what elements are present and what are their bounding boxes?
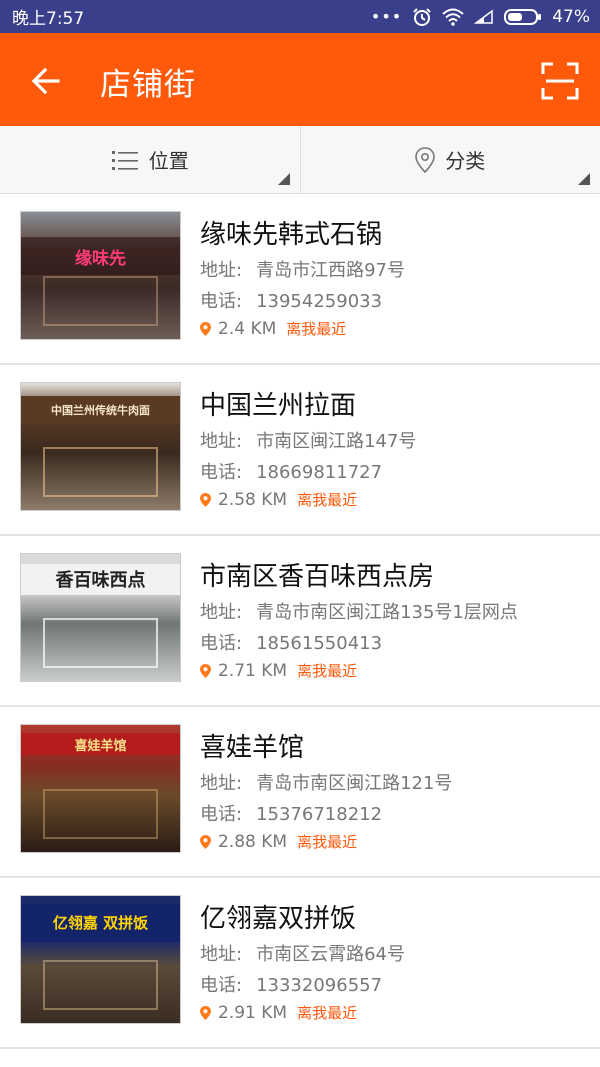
- shop-sign: 中国兰州传统牛肉面: [21, 395, 180, 424]
- alarm-icon: [412, 7, 432, 27]
- battery-icon: [504, 8, 542, 26]
- status-icons: ••• 47%: [371, 7, 590, 27]
- distance-pin-icon: [199, 321, 212, 337]
- shop-name: 亿翎嘉双拼饭: [200, 904, 357, 934]
- shop-distance: 2.71 KM 离我最近: [199, 660, 357, 681]
- scan-icon: [541, 62, 579, 100]
- status-time: 晚上7:57: [12, 9, 85, 29]
- shop-address: 地址: 青岛市江西路97号: [200, 260, 405, 281]
- shop-phone[interactable]: 电话: 13954259033: [200, 287, 382, 313]
- distance-pin-icon: [199, 663, 212, 679]
- more-notifications-icon: •••: [370, 7, 403, 26]
- shop-distance: 2.88 KM 离我最近: [199, 831, 357, 852]
- shop-address: 地址: 市南区闽江路147号: [200, 431, 417, 452]
- shop-window: [43, 959, 158, 1011]
- app-toolbar: 店铺街: [0, 33, 600, 126]
- shop-window: [43, 788, 158, 840]
- shop-sign: 缘味先: [21, 237, 180, 276]
- shop-window: [43, 617, 158, 669]
- filter-location-label: 位置: [148, 149, 189, 173]
- shop-window: [43, 275, 158, 327]
- scan-button[interactable]: [540, 61, 580, 101]
- shop-sign: 喜娃羊馆: [21, 732, 180, 756]
- distance-pin-icon: [199, 834, 212, 850]
- dropdown-corner-icon: [578, 173, 590, 185]
- distance-pin-icon: [199, 492, 212, 508]
- shop-name: 中国兰州拉面: [200, 391, 357, 421]
- shop-name: 喜娃羊馆: [200, 733, 305, 763]
- shop-distance: 2.4 KM 离我最近: [199, 318, 346, 339]
- shop-row[interactable]: 喜娃羊馆 喜娃羊馆 地址: 青岛市南区闽江路121号 电话: 15376718212…: [0, 707, 600, 878]
- shop-address: 地址: 青岛市南区闽江路135号1层网点: [200, 602, 518, 623]
- shop-name: 缘味先韩式石锅: [200, 220, 383, 250]
- shop-phone[interactable]: 电话: 18561550413: [200, 629, 382, 655]
- page-title: 店铺街: [100, 67, 196, 103]
- list-icon: [111, 149, 139, 171]
- distance-pin-icon: [199, 1005, 212, 1021]
- nearest-badge: 离我最近: [297, 1004, 358, 1022]
- shop-address: 地址: 青岛市南区闽江路121号: [200, 773, 453, 794]
- shop-list: 缘味先 缘味先韩式石锅 地址: 青岛市江西路97号 电话: 13954259033 …: [0, 194, 600, 1049]
- wifi-icon: [442, 8, 464, 26]
- battery-percent: 47%: [552, 6, 590, 27]
- shop-thumbnail: 香百味西点: [20, 553, 181, 682]
- status-bar: 晚上7:57 ••• 47%: [0, 0, 600, 33]
- shop-name: 市南区香百味西点房: [200, 562, 435, 592]
- shop-phone[interactable]: 电话: 15376718212: [200, 800, 382, 826]
- shop-window: [43, 446, 158, 498]
- shop-row[interactable]: 缘味先 缘味先韩式石锅 地址: 青岛市江西路97号 电话: 13954259033 …: [0, 194, 600, 365]
- nearest-badge: 离我最近: [297, 662, 358, 680]
- nearest-badge: 离我最近: [297, 833, 358, 851]
- shop-row[interactable]: 香百味西点 市南区香百味西点房 地址: 青岛市南区闽江路135号1层网点 电话: 1…: [0, 536, 600, 707]
- nearest-badge: 离我最近: [297, 491, 358, 509]
- filter-category-label: 分类: [445, 149, 486, 173]
- filter-bar: 位置 分类: [0, 126, 600, 194]
- shop-thumbnail: 中国兰州传统牛肉面: [20, 382, 181, 511]
- shop-thumbnail: 缘味先: [20, 211, 181, 340]
- shop-distance: 2.91 KM 离我最近: [199, 1002, 357, 1023]
- filter-category[interactable]: 分类: [299, 126, 600, 193]
- dropdown-corner-icon: [277, 173, 290, 185]
- filter-location[interactable]: 位置: [0, 126, 300, 193]
- nearest-badge: 离我最近: [286, 320, 347, 338]
- back-button[interactable]: [28, 63, 64, 99]
- shop-phone[interactable]: 电话: 18669811727: [200, 458, 382, 484]
- shop-phone[interactable]: 电话: 13332096557: [200, 971, 382, 997]
- shop-distance: 2.58 KM 离我最近: [199, 489, 357, 510]
- shop-sign: 亿翎嘉 双拼饭: [21, 903, 180, 942]
- signal-icon: [474, 9, 494, 25]
- arrow-left-icon: [31, 67, 60, 95]
- shop-thumbnail: 喜娃羊馆: [20, 724, 181, 853]
- shop-row[interactable]: 亿翎嘉 双拼饭 亿翎嘉双拼饭 地址: 市南区云霄路64号 电话: 133320965…: [0, 878, 600, 1049]
- shop-sign: 香百味西点: [21, 564, 180, 595]
- shop-thumbnail: 亿翎嘉 双拼饭: [20, 895, 181, 1024]
- shop-row[interactable]: 中国兰州传统牛肉面 中国兰州拉面 地址: 市南区闽江路147号 电话: 186698…: [0, 365, 600, 536]
- shop-address: 地址: 市南区云霄路64号: [200, 944, 405, 965]
- location-pin-icon: [415, 146, 436, 173]
